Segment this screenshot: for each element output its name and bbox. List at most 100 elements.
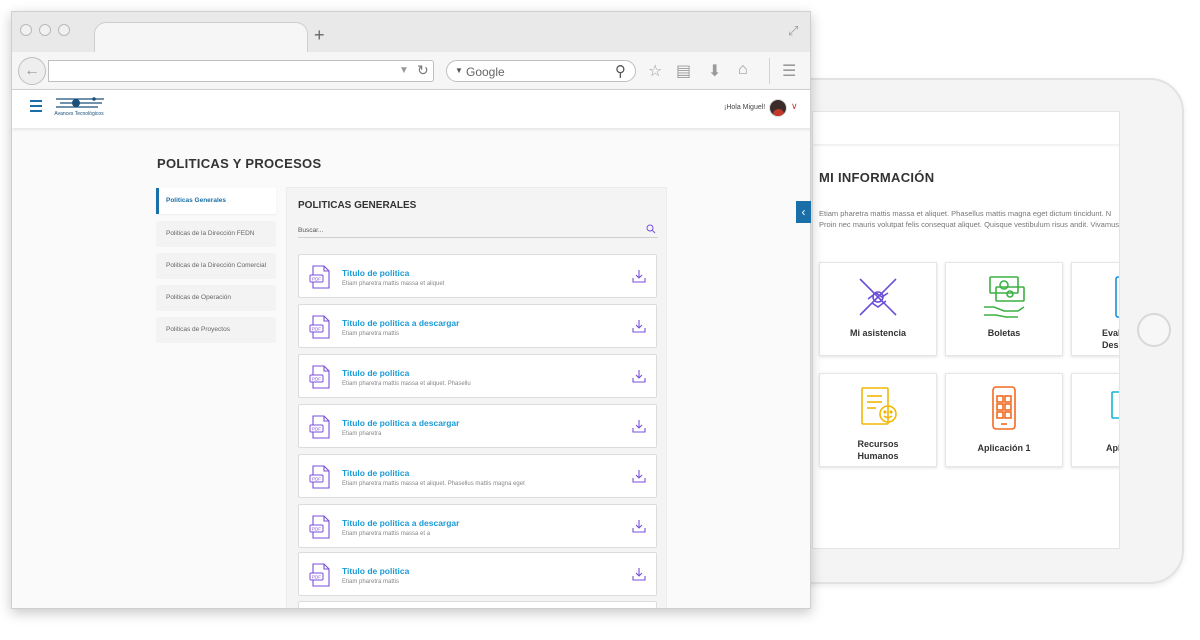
page-content: POLITICAS Y PROCESOS Politicas Generales… — [12, 128, 810, 608]
document-smile-icon — [820, 384, 936, 432]
reload-icon[interactable]: ↻ — [417, 62, 429, 79]
pdf-file-icon: PDF — [309, 515, 330, 539]
bookmark-star-icon[interactable]: ☆ — [648, 61, 662, 81]
document-subtitle: Etiam pharetra — [342, 431, 382, 437]
app-card-mi-asistencia[interactable]: Mi asistencia — [819, 262, 937, 356]
document-title[interactable]: Titulo de politica a descargar — [342, 318, 459, 328]
address-bar[interactable]: ▼ ↻ — [48, 60, 434, 82]
document-card[interactable]: PDF Titulo de politica Etiam pharetra matt… — [298, 552, 657, 596]
app-card-label: Boletas — [987, 328, 1021, 338]
pdf-file-icon: PDF — [309, 265, 330, 289]
download-icon[interactable] — [632, 567, 646, 581]
svg-text:PDF: PDF — [312, 477, 321, 482]
menu-icon[interactable]: ☰ — [782, 61, 796, 81]
app-card-label: Mi asistencia — [849, 328, 907, 338]
reading-list-icon[interactable]: ▤ — [676, 61, 691, 81]
chevron-down-icon[interactable]: ∨ — [791, 101, 798, 112]
pdf-file-icon: PDF — [309, 563, 330, 587]
svg-text:PDF: PDF — [312, 527, 321, 532]
app-card-label: Aplicación 1 — [977, 443, 1031, 453]
panel-title: POLITICAS GENERALES — [298, 200, 417, 211]
document-card[interactable]: PDF Titulo de politica a descargar Etiam p… — [298, 504, 657, 548]
arrow-left-icon: ← — [24, 62, 40, 79]
document-subtitle: Etiam pharetra mattis massa et aliquet — [342, 281, 445, 287]
document-title[interactable]: Titulo de politica — [342, 566, 409, 576]
window-maximize-button[interactable] — [58, 24, 70, 36]
document-card[interactable]: PDF Titulo de politica a descargar Etiam p… — [298, 404, 657, 448]
search-engine-label: Google — [466, 65, 505, 79]
sidebar-item-politicas-generales[interactable]: Politicas Generales — [156, 188, 276, 214]
download-icon[interactable] — [632, 319, 646, 333]
document-card[interactable]: PDF Titulo de politica Etiam pharetra matt… — [298, 254, 657, 298]
document-title[interactable]: Titulo de politica a descargar — [342, 518, 459, 528]
document-title[interactable]: Titulo de politica a descargar — [342, 418, 459, 428]
collapse-panel-button[interactable]: ‹ — [796, 201, 811, 223]
svg-text:PDF: PDF — [312, 377, 321, 382]
document-card[interactable]: PDF Titulo de politica Etiam pharetra matt… — [298, 454, 657, 498]
download-icon[interactable] — [632, 519, 646, 533]
mobile-grid-icon — [946, 384, 1062, 432]
app-card-boletas[interactable]: Boletas — [945, 262, 1063, 356]
handshake-icon — [820, 273, 936, 321]
document-title[interactable]: Titulo de politica — [342, 368, 409, 378]
download-icon[interactable] — [632, 469, 646, 483]
sidebar-item-operacion[interactable]: Politicas de Operación — [156, 285, 276, 311]
app-card-aplicacion-1[interactable]: Aplicación 1 — [945, 373, 1063, 467]
pdf-file-icon: PDF — [309, 365, 330, 389]
fullscreen-icon[interactable]: ⤢ — [788, 23, 798, 39]
app-card-recursos-humanos[interactable]: Recursos Humanos — [819, 373, 937, 467]
history-dropdown-icon[interactable]: ▼ — [399, 65, 409, 76]
tablet-description-line: Etiam pharetra mattis massa et aliquet. … — [819, 209, 1112, 218]
downloads-icon[interactable]: ⬇ — [708, 61, 721, 81]
download-icon[interactable] — [632, 369, 646, 383]
policies-panel: POLITICAS GENERALES PDF Titulo de politic… — [286, 187, 667, 608]
company-logo[interactable]: Avances Tecnológicos — [54, 95, 108, 123]
home-icon[interactable]: ⌂ — [738, 61, 748, 79]
pdf-file-icon: PDF — [309, 465, 330, 489]
document-title[interactable]: Titulo de politica — [342, 468, 409, 478]
policies-search-input[interactable] — [298, 224, 658, 238]
app-card-label: Apl — [1106, 443, 1120, 453]
search-icon[interactable]: ⚲ — [615, 62, 626, 80]
window-close-button[interactable] — [20, 24, 32, 36]
browser-search-box[interactable]: ▼ Google ⚲ — [446, 60, 636, 82]
svg-text:PDF: PDF — [312, 327, 321, 332]
app-header: Avances Tecnológicos ¡Hola Miguel! ∨ — [12, 90, 810, 128]
app-card-aplicacion-2[interactable]: Apl — [1071, 373, 1120, 467]
document-subtitle: Etiam pharetra mattis massa et a — [342, 531, 431, 537]
window-minimize-button[interactable] — [39, 24, 51, 36]
document-card-partial — [298, 601, 657, 608]
stage: MI INFORMACIÓN Etiam pharetra mattis mas… — [0, 0, 1200, 640]
app-card-label: Evalu Des — [1102, 328, 1119, 350]
pdf-file-icon: PDF — [309, 315, 330, 339]
hamburger-menu-icon[interactable] — [30, 100, 42, 115]
download-icon[interactable] — [632, 269, 646, 283]
checklist-icon — [1072, 273, 1119, 321]
new-tab-button[interactable]: + — [314, 25, 325, 46]
user-avatar[interactable] — [769, 99, 787, 117]
sidebar-item-proyectos[interactable]: Politicas de Proyectos — [156, 317, 276, 343]
svg-text:PDF: PDF — [312, 427, 321, 432]
app-card-evaluacion[interactable]: Evalu Des — [1071, 262, 1119, 356]
document-title[interactable]: Titulo de politica — [342, 268, 409, 278]
document-card[interactable]: PDF Titulo de politica Etiam pharetra matt… — [298, 354, 657, 398]
document-subtitle: Etiam pharetra mattis — [342, 579, 400, 585]
svg-text:PDF: PDF — [312, 277, 321, 282]
tablet-description-line: Proin nec mauris volutpat felis consequa… — [819, 220, 1120, 229]
search-icon[interactable] — [646, 224, 656, 234]
sidebar-item-direccion-fedn[interactable]: Politicas de la Dirección FEDN — [156, 221, 276, 247]
logo-mark-icon — [56, 97, 104, 108]
monitor-check-icon — [1072, 384, 1119, 432]
document-subtitle: Etiam pharetra mattis — [342, 331, 400, 337]
toolbar-separator — [769, 58, 770, 84]
pdf-file-icon: PDF — [309, 415, 330, 439]
chevron-left-icon: ‹ — [801, 205, 806, 219]
sidebar-item-direccion-comercial[interactable]: Politicas de la Dirección Comercial — [156, 253, 276, 279]
tablet-topbar — [813, 112, 1119, 144]
download-icon[interactable] — [632, 419, 646, 433]
browser-tab[interactable] — [94, 22, 308, 53]
tablet-description: Etiam pharetra mattis massa et aliquet. … — [819, 208, 1120, 230]
document-card[interactable]: PDF Titulo de politica a descargar Etiam p… — [298, 304, 657, 348]
back-button[interactable]: ← — [18, 57, 46, 85]
search-engine-dropdown-icon[interactable]: ▼ — [455, 66, 463, 75]
